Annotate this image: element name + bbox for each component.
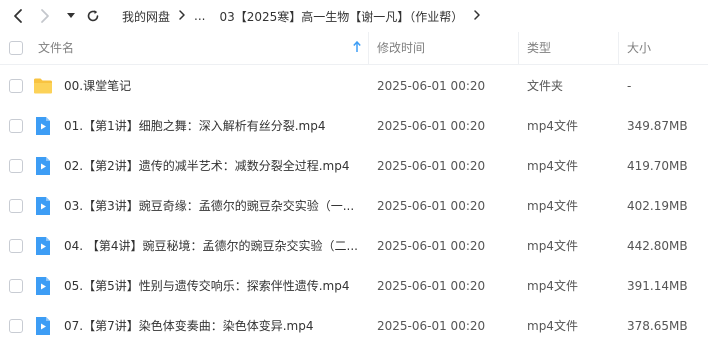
select-all-checkbox[interactable] bbox=[9, 41, 23, 55]
file-name[interactable]: 00.课堂笔记 bbox=[64, 66, 364, 106]
file-size: 442.80MB bbox=[627, 239, 688, 253]
breadcrumb-separator-icon bbox=[178, 9, 186, 23]
video-file-icon bbox=[36, 237, 50, 255]
file-name[interactable]: 02.【第2讲】遗传的减半艺术：减数分裂全过程.mp4 bbox=[64, 146, 364, 186]
file-modified: 2025-06-01 00:20 bbox=[377, 159, 486, 173]
column-divider[interactable] bbox=[618, 32, 619, 65]
file-row[interactable]: 05.【第5讲】性别与遗传交响乐：探索伴性遗传.mp4 2025-06-01 0… bbox=[0, 266, 708, 306]
file-name[interactable]: 03.【第3讲】豌豆奇缘：孟德尔的豌豆杂交实验（一... bbox=[64, 186, 364, 226]
folder-icon bbox=[34, 78, 52, 94]
video-file-icon bbox=[36, 157, 50, 175]
file-list-header: 文件名 修改时间 类型 大小 bbox=[0, 32, 708, 65]
file-type: mp4文件 bbox=[527, 199, 578, 213]
file-row[interactable]: 00.课堂笔记 2025-06-01 00:20 文件夹 - bbox=[0, 66, 708, 106]
video-file-icon bbox=[36, 277, 50, 295]
file-size: 419.70MB bbox=[627, 159, 688, 173]
file-size: 402.19MB bbox=[627, 199, 688, 213]
breadcrumb-expand-icon[interactable] bbox=[473, 9, 481, 23]
caret-down-icon bbox=[67, 13, 75, 18]
top-navigation-bar: 我的网盘 ... 03【2025寒】高一生物【谢一凡】（作业帮） bbox=[0, 0, 708, 32]
file-row[interactable]: 01.【第1讲】细胞之舞：深入解析有丝分裂.mp4 2025-06-01 00:… bbox=[0, 106, 708, 146]
file-modified: 2025-06-01 00:20 bbox=[377, 119, 486, 133]
file-modified: 2025-06-01 00:20 bbox=[377, 79, 486, 93]
breadcrumb-current: 03【2025寒】高一生物【谢一凡】（作业帮） bbox=[219, 9, 464, 24]
file-size: 391.14MB bbox=[627, 279, 688, 293]
video-file-icon bbox=[36, 197, 50, 215]
row-checkbox[interactable] bbox=[9, 199, 23, 213]
file-modified: 2025-06-01 00:20 bbox=[377, 279, 486, 293]
video-file-icon bbox=[36, 117, 50, 135]
file-size: 378.65MB bbox=[627, 319, 688, 333]
file-type: mp4文件 bbox=[527, 279, 578, 293]
file-row[interactable]: 07.【第7讲】染色体变奏曲：染色体变异.mp4 2025-06-01 00:2… bbox=[0, 306, 708, 346]
row-checkbox[interactable] bbox=[9, 119, 23, 133]
file-row[interactable]: 03.【第3讲】豌豆奇缘：孟德尔的豌豆杂交实验（一... 2025-06-01 … bbox=[0, 186, 708, 226]
breadcrumb-ellipsis[interactable]: ... bbox=[194, 9, 205, 23]
history-dropdown-button[interactable] bbox=[62, 5, 80, 27]
video-file-icon bbox=[36, 317, 50, 335]
file-modified: 2025-06-01 00:20 bbox=[377, 199, 486, 213]
file-name[interactable]: 05.【第5讲】性别与遗传交响乐：探索伴性遗传.mp4 bbox=[64, 266, 364, 306]
back-button[interactable] bbox=[7, 5, 29, 27]
refresh-button[interactable] bbox=[82, 5, 104, 27]
column-header-modified[interactable]: 修改时间 bbox=[377, 32, 425, 65]
column-header-name[interactable]: 文件名 bbox=[38, 32, 74, 65]
file-name[interactable]: 07.【第7讲】染色体变奏曲：染色体变异.mp4 bbox=[64, 306, 364, 346]
file-name[interactable]: 04. 【第4讲】豌豆秘境：孟德尔的豌豆杂交实验（二... bbox=[64, 226, 364, 266]
refresh-icon bbox=[87, 10, 99, 22]
file-modified: 2025-06-01 00:20 bbox=[377, 319, 486, 333]
forward-button[interactable] bbox=[34, 5, 56, 27]
row-checkbox[interactable] bbox=[9, 319, 23, 333]
row-checkbox[interactable] bbox=[9, 279, 23, 293]
row-checkbox[interactable] bbox=[9, 79, 23, 93]
file-type: mp4文件 bbox=[527, 319, 578, 333]
chevron-right-icon bbox=[41, 9, 49, 23]
breadcrumb: 我的网盘 ... 03【2025寒】高一生物【谢一凡】（作业帮） bbox=[122, 0, 489, 32]
column-header-type[interactable]: 类型 bbox=[527, 32, 551, 65]
file-type: mp4文件 bbox=[527, 239, 578, 253]
column-divider[interactable] bbox=[368, 32, 369, 65]
file-size: 349.87MB bbox=[627, 119, 688, 133]
breadcrumb-root[interactable]: 我的网盘 bbox=[122, 8, 170, 25]
file-type: mp4文件 bbox=[527, 119, 578, 133]
column-divider[interactable] bbox=[518, 32, 519, 65]
chevron-left-icon bbox=[14, 9, 22, 23]
row-checkbox[interactable] bbox=[9, 159, 23, 173]
file-row[interactable]: 02.【第2讲】遗传的减半艺术：减数分裂全过程.mp4 2025-06-01 0… bbox=[0, 146, 708, 186]
file-modified: 2025-06-01 00:20 bbox=[377, 239, 486, 253]
column-header-size[interactable]: 大小 bbox=[627, 32, 651, 65]
file-size: - bbox=[627, 79, 632, 93]
file-type: mp4文件 bbox=[527, 159, 578, 173]
sort-ascending-icon[interactable] bbox=[353, 40, 361, 56]
file-row[interactable]: 04. 【第4讲】豌豆秘境：孟德尔的豌豆杂交实验（二... 2025-06-01… bbox=[0, 226, 708, 266]
file-name[interactable]: 01.【第1讲】细胞之舞：深入解析有丝分裂.mp4 bbox=[64, 106, 364, 146]
file-type: 文件夹 bbox=[527, 79, 564, 93]
row-checkbox[interactable] bbox=[9, 239, 23, 253]
